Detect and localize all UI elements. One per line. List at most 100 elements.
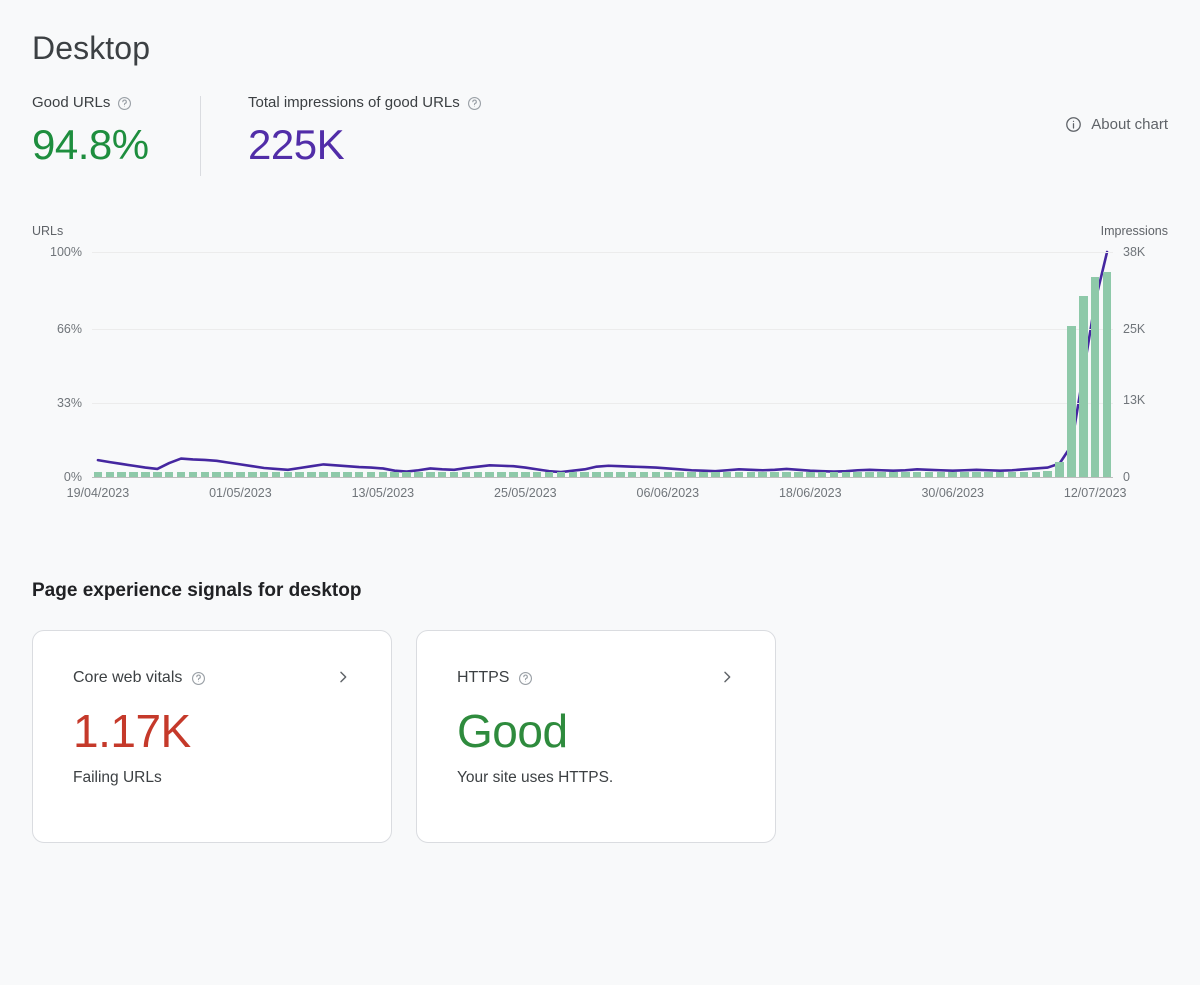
chart-bar [1102,272,1112,477]
chart-bar [948,472,957,477]
chart-bar [378,471,388,477]
chart-bar [509,471,518,477]
good-urls-line-path [96,250,1109,474]
chart-bar [449,471,459,477]
chart-plot-area[interactable]: 100% 66% 33% 0% 38K 25K 13K 0 [50,245,1145,484]
chart-bar [342,471,352,477]
chart-bar [639,471,649,477]
page-title: Desktop [32,30,151,66]
chart-bar [390,471,399,477]
x-axis-tick: 18/06/2023 [778,486,842,500]
chart-bar [414,471,423,477]
chart-bar [247,471,257,477]
card-core-web-vitals-title: Core web vitals [73,669,183,686]
chart-bar [841,472,851,477]
chart-bar [461,471,471,477]
help-icon[interactable] [467,96,482,111]
chevron-right-icon[interactable] [719,669,735,685]
chart-bar [532,471,542,477]
card-https-head: HTTPS [457,669,735,687]
x-axis-tick: 01/05/2023 [209,486,272,500]
kpi-row: Good URLs 94.8% Total impressions of goo… [32,94,1168,194]
chart-bar [188,471,198,477]
kpi-total-impressions-value: 225K [248,121,345,168]
chart-bar [936,472,946,477]
y-axis-tick-right: 25K [1123,321,1146,336]
chart-bar [711,472,720,477]
chart-bar [889,472,898,477]
card-core-web-vitals-head: Core web vitals [73,669,351,687]
kpi-good-urls: Good URLs 94.8% [32,94,200,169]
right-axis-title: Impressions [1100,224,1168,238]
chart-bar [200,471,210,477]
chart-bar [426,471,435,477]
chart-bar [283,471,293,477]
chart-bar [912,472,922,477]
help-icon[interactable] [518,671,533,686]
good-urls-line [96,250,1109,474]
chart-bar [627,471,637,477]
y-axis-tick-left: 33% [56,395,82,410]
chart-bar [544,471,554,477]
chart-bar [141,471,150,477]
chart-bar [1019,472,1029,477]
chevron-right-icon[interactable] [335,669,351,685]
chart-bar [675,472,684,477]
chart-bar [307,471,316,477]
chart-bar [331,471,340,477]
chart-bar [592,471,601,477]
chart-bar [995,472,1005,477]
y-axis-tick-left: 66% [56,321,82,336]
about-chart-button[interactable]: About chart [1065,116,1168,133]
chart-bar [437,471,447,477]
chart-bar [687,472,696,477]
chart-bar [616,471,625,477]
chart-bar [93,471,103,477]
chart-bar [521,471,530,477]
card-core-web-vitals[interactable]: Core web vitals 1.17K Failing URLs [32,630,392,843]
card-https[interactable]: HTTPS Good Your site uses HTTPS. [416,630,776,843]
x-axis-tick: 06/06/2023 [636,486,700,500]
y-axis-tick-right: 38K [1123,245,1146,259]
chart-bar [224,471,233,477]
chart-bar [236,471,245,477]
card-https-value: Good [457,705,568,757]
chart-bar [164,471,174,477]
kpi-total-impressions-label: Total impressions of good URLs [248,94,460,111]
x-axis-tick: 13/05/2023 [351,486,415,500]
kpi-good-urls-label: Good URLs [32,94,111,111]
chart-bar [782,472,791,477]
chart-bar [604,471,613,477]
help-icon[interactable] [191,671,206,686]
card-https-title: HTTPS [457,669,510,686]
help-icon[interactable] [117,96,132,111]
chart-bar [960,472,969,477]
chart-bar [153,471,162,477]
card-https-subtitle: Your site uses HTTPS. [457,769,614,786]
x-axis-ticks: 19/04/2023 01/05/2023 13/05/2023 25/05/2023… [67,486,1127,504]
card-core-web-vitals-value: 1.17K [73,705,191,757]
chart-bar [865,472,874,477]
chart-bar [1007,472,1017,477]
kpi-total-impressions: Total impressions of good URLs 225K [201,94,482,169]
chart-bar [319,471,328,477]
chart-bar [984,472,993,477]
chart-bar [497,471,506,477]
chart-bar [473,471,483,477]
kpi-good-urls-value: 94.8% [32,121,149,168]
chart-bar [556,471,566,477]
y-axis-tick-right: 13K [1123,393,1146,408]
chart-bar [758,472,768,477]
x-axis-tick: 30/06/2023 [921,486,984,500]
chart-bar [129,471,138,477]
chart-gridline [92,328,1113,330]
card-core-web-vitals-subtitle: Failing URLs [73,769,162,786]
chart-gridline [92,402,1113,404]
chart-bar [722,472,732,477]
chart-bar [817,472,827,477]
chart-bar [829,472,839,477]
x-axis-tick: 19/04/2023 [66,486,130,500]
chart-gridline [92,252,1113,253]
chart-bar [176,471,186,477]
chart-bar [853,472,863,477]
